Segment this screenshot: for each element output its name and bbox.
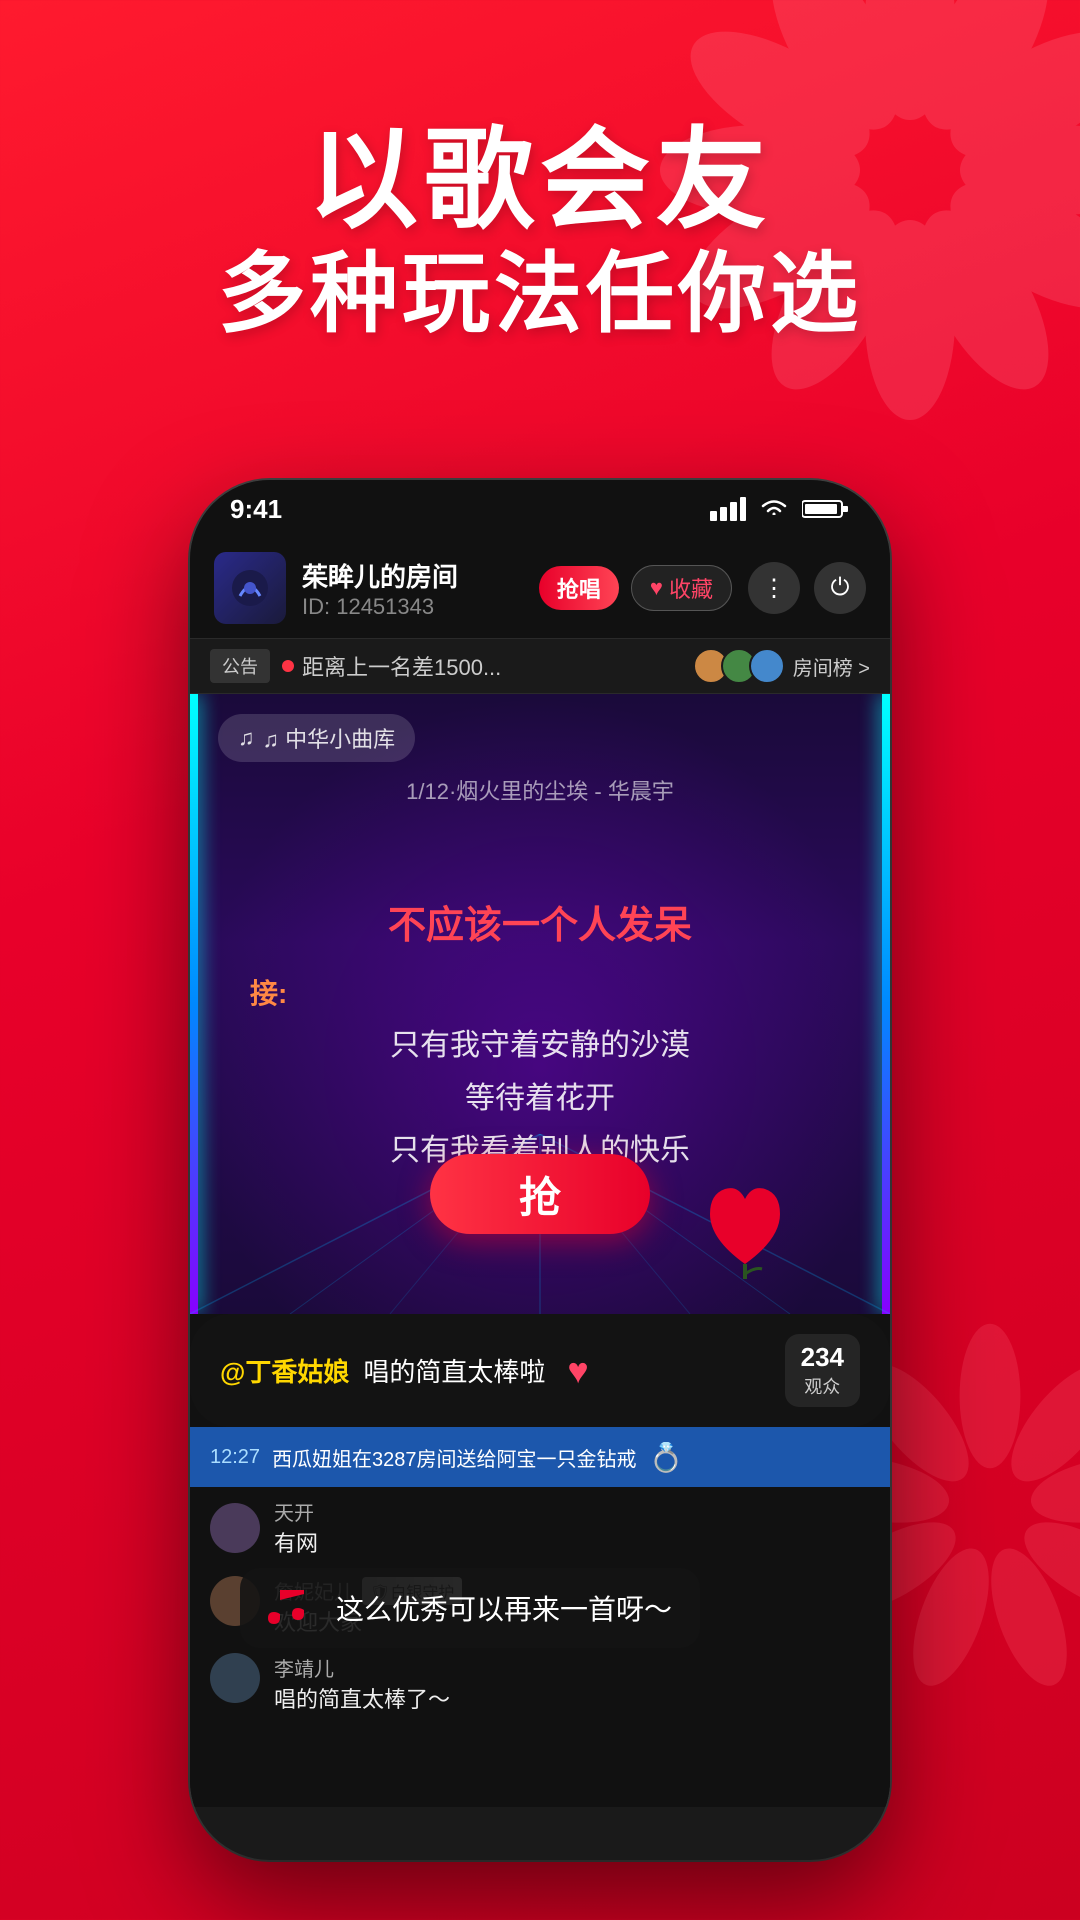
collect-heart-icon: ♥: [650, 575, 663, 601]
next-label: 接:: [230, 972, 850, 1012]
rank-label[interactable]: 房间榜 >: [793, 652, 870, 681]
song-lib-label: ♫ 中华小曲库: [263, 722, 396, 754]
music-note-icon: ♫: [238, 725, 255, 751]
gift-bar: 12:27 西瓜妞姐在3287房间送给阿宝一只金钻戒 💍: [190, 1427, 890, 1487]
hero-line1: 以歌会友: [0, 120, 1080, 241]
gift-icon: 💍: [649, 1441, 684, 1474]
battery-icon: [802, 497, 850, 521]
floating-heart: [700, 1179, 790, 1284]
current-lyric: 不应该一个人发呆: [190, 894, 890, 949]
chat-section: 天开 有网 这么优秀可以再来一首呀～: [190, 1487, 890, 1807]
msg-avatar-1: [210, 1503, 260, 1553]
notice-text: 距离上一名差1500...: [302, 650, 693, 682]
phone-frame: 9:41: [190, 480, 890, 1860]
notice-dot: [282, 660, 294, 672]
room-avatar: [214, 552, 286, 624]
room-name: 茱眸儿的房间: [302, 557, 523, 594]
room-actions: ⋮ ⏻: [748, 562, 866, 614]
song-lib-badge: ♫ ♫ 中华小曲库: [218, 714, 415, 762]
audience-count: 234: [801, 1342, 844, 1373]
signal-icon: [710, 497, 746, 521]
main-chat-bubble: @丁香姑娘 唱的简直太棒啦 ♥ 234 观众: [190, 1314, 890, 1427]
room-header: 茱眸儿的房间 ID: 12451343 抢唱 ♥ 收藏 ⋮ ⏻: [190, 538, 890, 638]
status-icons: [710, 497, 850, 521]
chat-message-text: 唱的简直太棒啦: [363, 1352, 545, 1389]
hero-section: 以歌会友 多种玩法任你选: [0, 120, 1080, 347]
gift-text: 西瓜妞姐在3287房间送给阿宝一只金钻戒: [272, 1443, 637, 1472]
chat-heart: ♥: [567, 1350, 588, 1392]
gift-time: 12:27: [210, 1446, 260, 1469]
chat-msg-1: 天开 有网: [190, 1487, 890, 1568]
music-popup-text: 这么优秀可以再来一首呀～: [336, 1588, 672, 1628]
power-button[interactable]: ⏻: [814, 562, 866, 614]
audience-label: 观众: [801, 1373, 844, 1399]
msg-3-name: 李靖儿: [274, 1659, 334, 1681]
msg-3-text: 唱的简直太棒了～: [274, 1682, 450, 1714]
more-button[interactable]: ⋮: [748, 562, 800, 614]
music-popup: 这么优秀可以再来一首呀～: [240, 1568, 700, 1648]
status-bar: 9:41: [190, 480, 890, 538]
room-info: 茱眸儿的房间 ID: 12451343: [302, 557, 523, 620]
hero-line2: 多种玩法任你选: [0, 241, 1080, 347]
music-notes-icon: [268, 1586, 320, 1630]
badge-qiang[interactable]: 抢唱: [539, 566, 619, 610]
room-badges: 抢唱 ♥ 收藏: [539, 565, 732, 611]
next-lyrics-section: 接: 只有我守着安静的沙漠等待着花开只有我看着别人的快乐: [190, 972, 890, 1178]
msg-1-name: 天开: [274, 1503, 314, 1525]
msg-1-content: 天开 有网: [274, 1497, 318, 1558]
notice-bar: 公告 距离上一名差1500... 房间榜 >: [190, 638, 890, 694]
rank-avatars: [693, 648, 785, 684]
badge-collect[interactable]: ♥ 收藏: [631, 565, 732, 611]
msg-3-content: 李靖儿 唱的简直太棒了～: [274, 1653, 450, 1714]
phone-mockup: 9:41: [190, 480, 890, 1860]
msg-1-text: 有网: [274, 1526, 318, 1558]
chat-msg-3: 李靖儿 唱的简直太棒了～: [190, 1645, 890, 1722]
chat-overlay-area: @丁香姑娘 唱的简直太棒啦 ♥ 234 观众 12:27 西瓜妞姐在3287房间…: [190, 1314, 890, 1807]
audience-badge: 234 观众: [785, 1334, 860, 1407]
status-time: 9:41: [230, 494, 282, 525]
rank-avatar-3: [749, 648, 785, 684]
msg-avatar-3: [210, 1653, 260, 1703]
song-area: ♫ ♫ 中华小曲库 1/12·烟火里的尘埃 - 华晨宇 不应该一个人发呆 接: …: [190, 694, 890, 1314]
room-id: ID: 12451343: [302, 594, 523, 620]
chat-username: @丁香姑娘: [220, 1352, 349, 1389]
song-number: 1/12·烟火里的尘埃 - 华晨宇: [190, 774, 890, 806]
grab-button[interactable]: 抢: [430, 1154, 650, 1234]
notice-icon-label: 公告: [210, 649, 270, 683]
wifi-icon: [758, 497, 790, 521]
notice-rank: 房间榜 >: [693, 648, 870, 684]
collect-label: 收藏: [669, 572, 713, 604]
